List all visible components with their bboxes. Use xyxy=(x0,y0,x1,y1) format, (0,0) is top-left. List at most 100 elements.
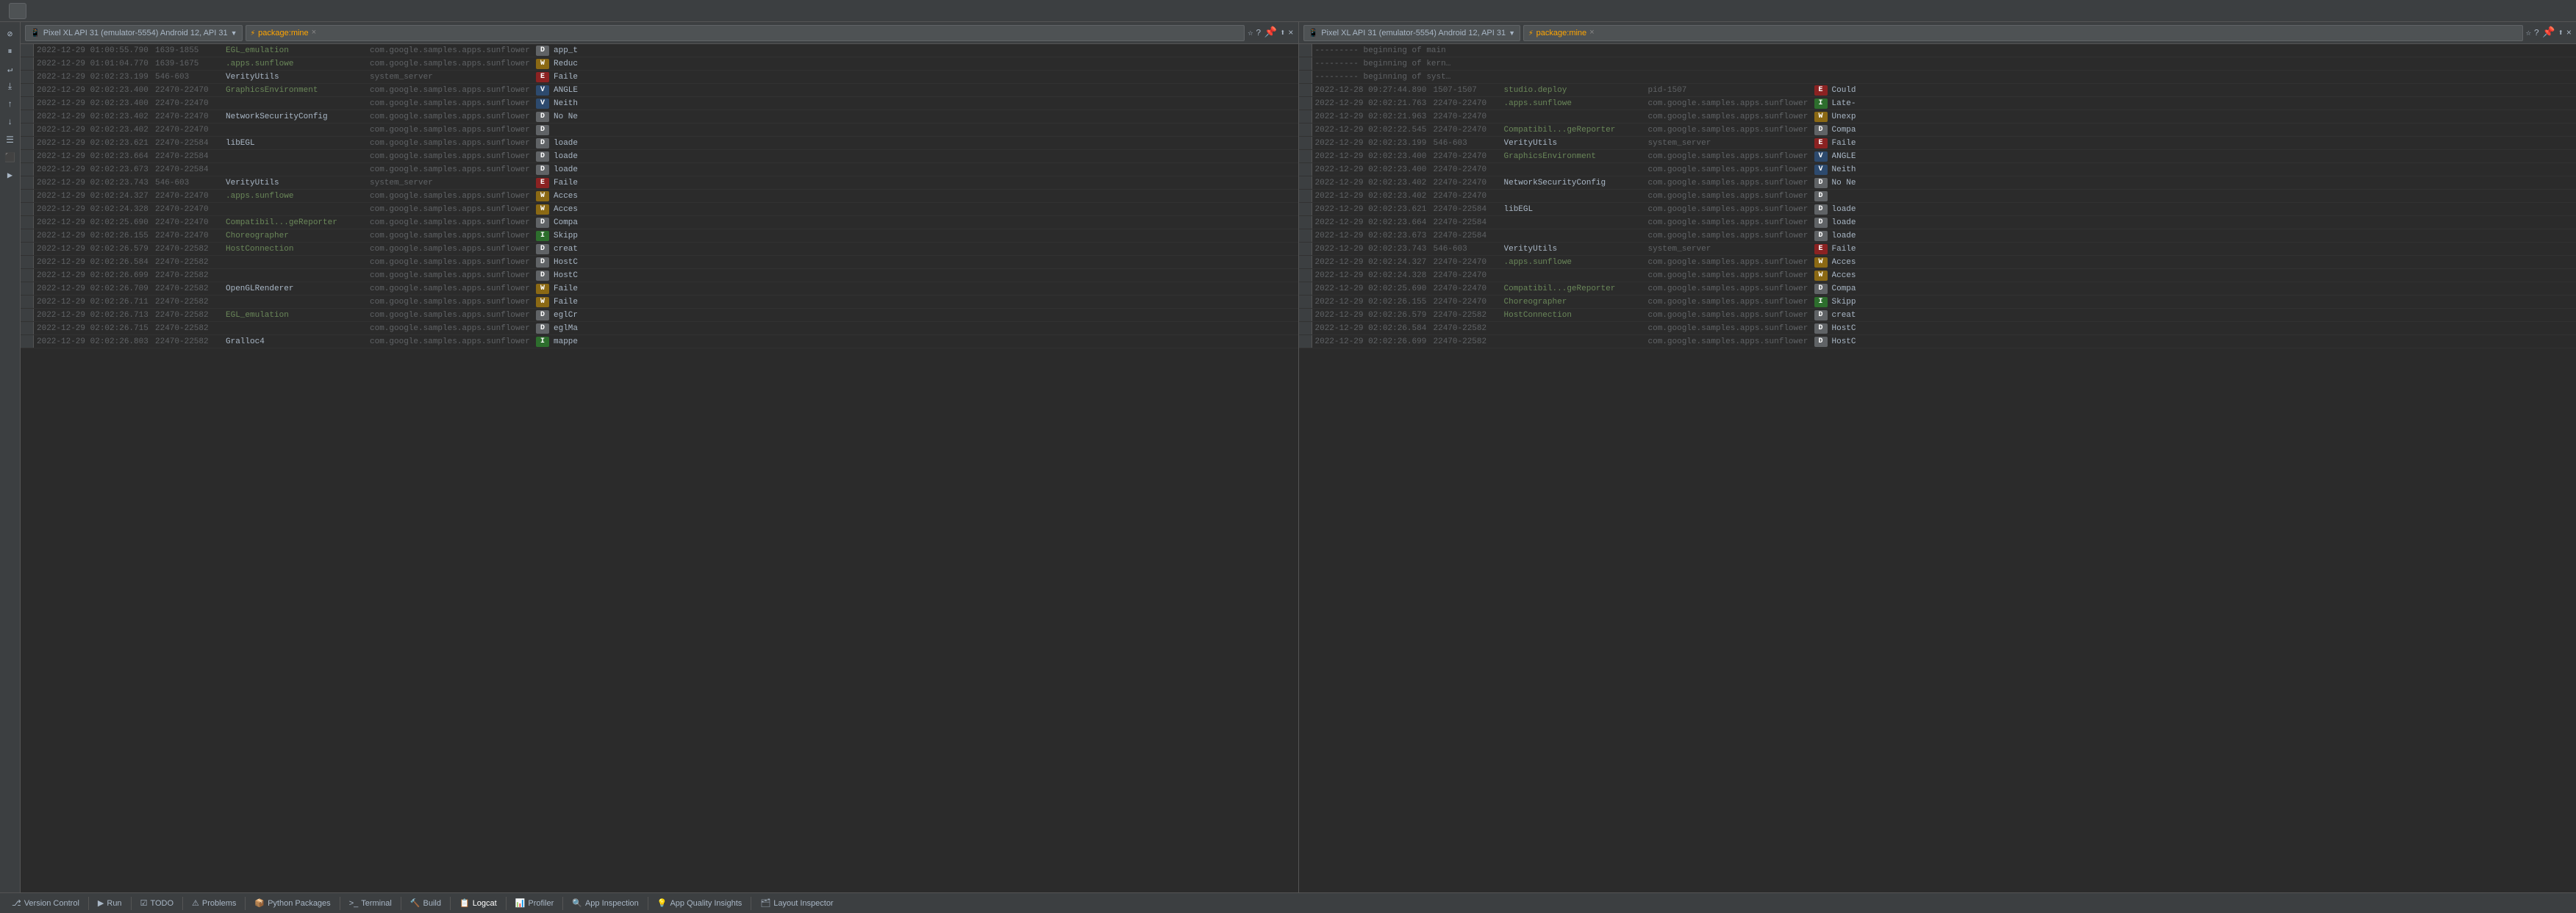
table-row[interactable]: 2022-12-29 02:02:26.58422470-22582com.go… xyxy=(1299,322,2576,335)
table-row[interactable]: 2022-12-29 02:02:23.66422470-22584com.go… xyxy=(1299,216,2576,229)
table-row[interactable]: 2022-12-29 02:02:23.40022470-22470Graphi… xyxy=(21,84,1298,97)
bottom-btn-profiler[interactable]: 📊Profiler xyxy=(509,895,560,912)
table-row[interactable]: 2022-12-29 02:02:23.40222470-22470com.go… xyxy=(21,123,1298,137)
table-row[interactable]: 2022-12-29 02:02:23.743546-603VerityUtil… xyxy=(1299,243,2576,256)
table-row[interactable]: 2022-12-29 01:00:55.7901639-1855EGL_emul… xyxy=(21,44,1298,57)
bottom-btn-build[interactable]: 🔨Build xyxy=(404,895,447,912)
bottom-btn-layout-inspector[interactable]: 🗂Layout Inspector xyxy=(754,895,839,912)
table-row[interactable]: 2022-12-29 02:02:23.40222470-22470com.go… xyxy=(1299,190,2576,203)
log-timestamp: 2022-12-29 02:02:24.327 xyxy=(37,192,151,201)
close-panel-icon[interactable]: × xyxy=(2566,28,2572,38)
table-row[interactable]: 2022-12-29 02:02:26.15522470-22470Choreo… xyxy=(21,229,1298,243)
bottom-btn-todo[interactable]: ☑TODO xyxy=(135,895,179,912)
pin-icon[interactable]: 📌 xyxy=(2542,26,2555,39)
scroll-end-button[interactable]: ⤓ xyxy=(2,79,18,95)
bottom-btn-version-control[interactable]: ⎇Version Control xyxy=(6,895,85,912)
clear-button[interactable]: ⊘ xyxy=(2,26,18,42)
table-row[interactable]: 2022-12-29 02:02:24.32822470-22470com.go… xyxy=(1299,269,2576,282)
bottom-btn-run[interactable]: ▶Run xyxy=(92,895,128,912)
bottom-btn-app-quality-insights[interactable]: 💡App Quality Insights xyxy=(651,895,748,912)
help-icon[interactable]: ? xyxy=(1256,28,1261,38)
table-row[interactable]: --------- beginning of system xyxy=(1299,71,2576,84)
table-row[interactable]: 2022-12-29 02:02:23.40022470-22470com.go… xyxy=(21,97,1298,110)
filter-clear-button[interactable]: × xyxy=(312,29,317,37)
table-row[interactable]: 2022-12-29 02:02:26.70922470-22582OpenGL… xyxy=(21,282,1298,296)
device-selector[interactable]: 📱Pixel XL API 31 (emulator-5554) Android… xyxy=(25,25,243,41)
main-content: ⊘ ⏸ ↵ ⤓ ↑ ↓ ☰ ⬛ ▶ 📱Pixel XL API 31 (emul… xyxy=(0,22,2576,892)
screenshot-button[interactable]: ⬛ xyxy=(2,149,18,165)
table-row[interactable]: 2022-12-29 02:02:26.69922470-22582com.go… xyxy=(21,269,1298,282)
log-level-badge: W xyxy=(536,297,549,307)
table-row[interactable]: 2022-12-29 02:02:23.62122470-22584libEGL… xyxy=(21,137,1298,150)
table-row[interactable]: 2022-12-29 02:02:23.199546-603VerityUtil… xyxy=(21,71,1298,84)
expand-icon[interactable]: ⬆ xyxy=(1280,27,1285,38)
row-gutter xyxy=(1299,84,1312,96)
row-gutter xyxy=(1299,296,1312,308)
log-package: com.google.samples.apps.sunflower xyxy=(370,298,532,307)
table-row[interactable]: 2022-12-29 02:02:23.62122470-22584libEGL… xyxy=(1299,203,2576,216)
filter-clear-button[interactable]: × xyxy=(1589,29,1595,37)
star-icon[interactable]: ☆ xyxy=(2526,27,2531,38)
log-content-left[interactable]: 2022-12-29 01:00:55.7901639-1855EGL_emul… xyxy=(21,44,1298,892)
video-button[interactable]: ▶ xyxy=(2,167,18,183)
log-message: Acces xyxy=(1832,258,2574,267)
table-row[interactable]: 2022-12-29 02:02:23.40222470-22470Networ… xyxy=(1299,176,2576,190)
row-content: 2022-12-29 01:00:55.7901639-1855EGL_emul… xyxy=(34,44,1298,57)
table-row[interactable]: 2022-12-29 02:02:24.32822470-22470com.go… xyxy=(21,203,1298,216)
bottom-btn-app-inspection[interactable]: 🔍App Inspection xyxy=(566,895,644,912)
logcat-tab[interactable] xyxy=(9,3,26,19)
table-row[interactable]: 2022-12-29 02:02:26.80322470-22582Grallo… xyxy=(21,335,1298,348)
log-package: com.google.samples.apps.sunflower xyxy=(1648,258,1810,267)
table-row[interactable]: --------- beginning of main xyxy=(1299,44,2576,57)
table-row[interactable]: 2022-12-29 02:02:21.76322470-22470.apps.… xyxy=(1299,97,2576,110)
table-row[interactable]: 2022-12-29 02:02:23.67322470-22584com.go… xyxy=(1299,229,2576,243)
bottom-btn-python-packages[interactable]: 📦Python Packages xyxy=(248,895,336,912)
table-row[interactable]: 2022-12-29 02:02:21.96322470-22470com.go… xyxy=(1299,110,2576,123)
table-row[interactable]: 2022-12-29 02:02:26.57922470-22582HostCo… xyxy=(21,243,1298,256)
log-pid: 1507-1507 xyxy=(1434,86,1500,95)
log-level-badge: E xyxy=(1814,85,1828,96)
table-row[interactable]: 2022-12-29 02:02:23.67322470-22584com.go… xyxy=(21,163,1298,176)
table-row[interactable]: 2022-12-29 02:02:25.69022470-22470Compat… xyxy=(1299,282,2576,296)
table-row[interactable]: 2022-12-29 01:01:04.7701639-1675.apps.su… xyxy=(21,57,1298,71)
table-row[interactable]: 2022-12-29 02:02:23.40022470-22470Graphi… xyxy=(1299,150,2576,163)
table-row[interactable]: 2022-12-29 02:02:26.15522470-22470Choreo… xyxy=(1299,296,2576,309)
help-icon[interactable]: ? xyxy=(2534,28,2539,38)
expand-icon[interactable]: ⬆ xyxy=(2558,27,2564,38)
bottom-btn-terminal[interactable]: >_Terminal xyxy=(343,895,398,912)
arrow-up-button[interactable]: ↑ xyxy=(2,96,18,112)
pin-icon[interactable]: 📌 xyxy=(1264,26,1277,39)
table-row[interactable]: 2022-12-29 02:02:23.199546-603VerityUtil… xyxy=(1299,137,2576,150)
device-selector[interactable]: 📱Pixel XL API 31 (emulator-5554) Android… xyxy=(1303,25,1521,41)
table-row[interactable]: 2022-12-29 02:02:24.32722470-22470.apps.… xyxy=(1299,256,2576,269)
filter-button[interactable]: ☰ xyxy=(2,132,18,148)
log-message: Late- xyxy=(1832,99,2574,108)
star-icon[interactable]: ☆ xyxy=(1248,27,1253,38)
table-row[interactable]: --------- beginning of kernel xyxy=(1299,57,2576,71)
table-row[interactable]: 2022-12-29 02:02:26.71122470-22582com.go… xyxy=(21,296,1298,309)
arrow-down-button[interactable]: ↓ xyxy=(2,114,18,130)
log-content-right[interactable]: --------- beginning of main--------- beg… xyxy=(1299,44,2576,892)
table-row[interactable]: 2022-12-29 02:02:26.69922470-22582com.go… xyxy=(1299,335,2576,348)
log-level-badge: D xyxy=(1814,125,1828,135)
table-row[interactable]: 2022-12-29 02:02:23.40222470-22470Networ… xyxy=(21,110,1298,123)
bottom-btn-logcat[interactable]: 📋Logcat xyxy=(454,895,503,912)
log-package: system_server xyxy=(1648,245,1810,254)
table-row[interactable]: 2022-12-29 02:02:23.743546-603VerityUtil… xyxy=(21,176,1298,190)
soft-wrap-button[interactable]: ↵ xyxy=(2,61,18,77)
table-row[interactable]: 2022-12-29 02:02:26.71322470-22582EGL_em… xyxy=(21,309,1298,322)
filter-icon: ⚡ xyxy=(251,28,256,38)
close-panel-icon[interactable]: × xyxy=(1288,28,1293,38)
bottom-btn-problems[interactable]: ⚠Problems xyxy=(186,895,242,912)
table-row[interactable]: 2022-12-28 09:27:44.8901507-1507studio.d… xyxy=(1299,84,2576,97)
pause-button[interactable]: ⏸ xyxy=(2,43,18,60)
table-row[interactable]: 2022-12-29 02:02:26.71522470-22582com.go… xyxy=(21,322,1298,335)
table-row[interactable]: 2022-12-29 02:02:24.32722470-22470.apps.… xyxy=(21,190,1298,203)
table-row[interactable]: 2022-12-29 02:02:22.54522470-22470Compat… xyxy=(1299,123,2576,137)
table-row[interactable]: 2022-12-29 02:02:23.40022470-22470com.go… xyxy=(1299,163,2576,176)
log-tag: VerityUtils xyxy=(226,73,365,82)
table-row[interactable]: 2022-12-29 02:02:26.58422470-22582com.go… xyxy=(21,256,1298,269)
table-row[interactable]: 2022-12-29 02:02:26.57922470-22582HostCo… xyxy=(1299,309,2576,322)
table-row[interactable]: 2022-12-29 02:02:25.69022470-22470Compat… xyxy=(21,216,1298,229)
table-row[interactable]: 2022-12-29 02:02:23.66422470-22584com.go… xyxy=(21,150,1298,163)
